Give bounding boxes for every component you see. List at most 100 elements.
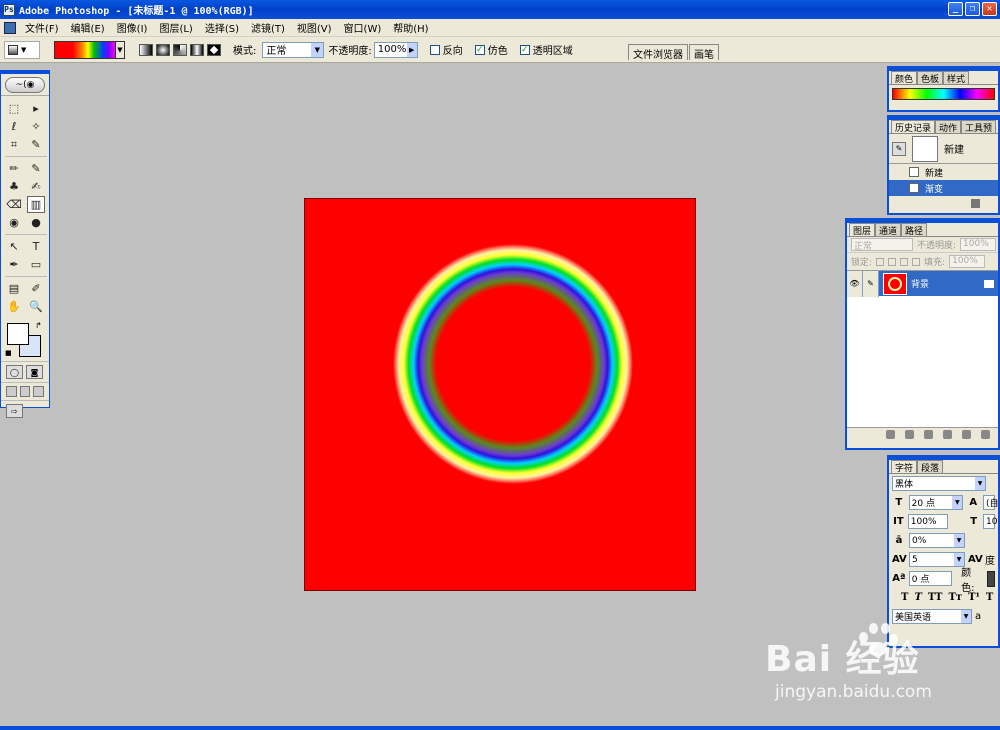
tab-paths[interactable]: 路径 bbox=[901, 223, 928, 237]
blur-tool-icon[interactable]: ◉ bbox=[5, 214, 23, 231]
menu-image[interactable]: 图像(I) bbox=[111, 20, 154, 35]
adobe-online-icon[interactable]: ~(◉ bbox=[5, 76, 45, 93]
font-size-select[interactable]: 20 点 ▼ bbox=[908, 495, 964, 510]
transparency-checkbox[interactable]: ✓ 透明区域 bbox=[519, 42, 573, 57]
dodge-tool-icon[interactable]: ● bbox=[27, 214, 45, 231]
eraser-tool-icon[interactable]: ⌫ bbox=[5, 196, 23, 213]
tab-actions[interactable]: 动作 bbox=[935, 120, 962, 134]
swap-colors-icon[interactable]: ↱ bbox=[35, 321, 42, 330]
color-spectrum-bar[interactable] bbox=[892, 88, 995, 100]
pen-tool-icon[interactable]: ✒ bbox=[5, 256, 23, 273]
standard-screen-mode-icon[interactable] bbox=[6, 386, 17, 397]
reverse-checkbox[interactable]: 反向 bbox=[429, 42, 463, 57]
opacity-field[interactable]: 100% ▶ bbox=[373, 41, 418, 58]
lasso-tool-icon[interactable]: ℓ bbox=[5, 118, 23, 135]
font-family-select[interactable]: 黑体 ▼ bbox=[892, 476, 986, 491]
photoshop-app-icon[interactable]: Ps bbox=[3, 3, 15, 16]
baseline-shift-field[interactable]: 0 点 bbox=[908, 571, 953, 586]
layer-mask-icon[interactable] bbox=[905, 430, 914, 439]
all-caps-button[interactable]: TT bbox=[928, 592, 943, 603]
jump-to-imageready-icon[interactable]: ⇨ bbox=[6, 404, 23, 418]
faux-bold-button[interactable]: T bbox=[901, 592, 908, 603]
diamond-gradient-button[interactable] bbox=[207, 43, 221, 56]
horizontal-scale-field[interactable]: 10 bbox=[983, 514, 997, 529]
tab-tool-presets[interactable]: 工具预 bbox=[961, 120, 997, 134]
lock-all-icon[interactable] bbox=[912, 257, 921, 266]
transparency-checkbox-box[interactable]: ✓ bbox=[519, 44, 530, 55]
history-state[interactable]: 新建 bbox=[889, 164, 998, 180]
healing-brush-tool-icon[interactable]: ✏ bbox=[5, 160, 23, 177]
history-snapshot[interactable]: ✎ 新建 bbox=[889, 134, 998, 164]
vertical-scale-field[interactable]: 100% bbox=[907, 514, 949, 529]
layer-brush-icon[interactable]: ✎ bbox=[863, 270, 879, 297]
lock-transparency-icon[interactable] bbox=[876, 257, 885, 266]
visibility-eye-icon[interactable]: 👁 bbox=[847, 270, 863, 297]
language-select[interactable]: 美国英语 ▼ bbox=[892, 609, 972, 624]
reverse-checkbox-box[interactable] bbox=[429, 44, 440, 55]
trash-icon[interactable] bbox=[981, 430, 990, 439]
tab-character[interactable]: 字符 bbox=[891, 460, 918, 474]
foreground-color-swatch[interactable] bbox=[7, 323, 29, 345]
quick-mask-mode-icon[interactable]: ◙ bbox=[26, 365, 43, 379]
tracking-select[interactable]: 5 ▼ bbox=[909, 552, 965, 567]
full-screen-mode-icon[interactable] bbox=[33, 386, 45, 397]
menu-select[interactable]: 选择(S) bbox=[199, 20, 245, 35]
trash-icon[interactable] bbox=[971, 198, 980, 208]
minimize-button[interactable]: _ bbox=[948, 2, 963, 16]
slice-tool-icon[interactable]: ✎ bbox=[27, 136, 45, 153]
leading-field[interactable]: (自 bbox=[983, 495, 999, 510]
tab-file-browser[interactable]: 文件浏览器 bbox=[628, 44, 688, 61]
standard-mode-icon[interactable]: ◯ bbox=[6, 365, 23, 379]
full-screen-menubar-icon[interactable] bbox=[19, 386, 31, 397]
gradient-dropdown-icon[interactable]: ▼ bbox=[115, 41, 124, 58]
eyedropper-tool-icon[interactable]: ✐ bbox=[27, 280, 45, 297]
new-layer-icon[interactable] bbox=[962, 430, 971, 439]
menu-layer[interactable]: 图层(L) bbox=[153, 20, 198, 35]
brush-tool-icon[interactable]: ✎ bbox=[27, 160, 45, 177]
type-tool-icon[interactable]: T bbox=[27, 238, 45, 255]
lock-pixels-icon[interactable] bbox=[888, 257, 897, 266]
restore-button[interactable]: ❐ bbox=[965, 2, 980, 16]
lock-position-icon[interactable] bbox=[900, 257, 909, 266]
mode-select[interactable]: 正常 ▼ bbox=[262, 41, 325, 58]
notes-tool-icon[interactable]: ▤ bbox=[5, 280, 23, 297]
menu-help[interactable]: 帮助(H) bbox=[387, 20, 434, 35]
hand-tool-icon[interactable]: ✋ bbox=[5, 298, 23, 315]
history-brush-tool-icon[interactable]: ✍ bbox=[27, 178, 45, 195]
tab-paragraph[interactable]: 段落 bbox=[917, 460, 944, 474]
faux-italic-button[interactable]: T bbox=[914, 592, 921, 603]
layer-name[interactable]: 背景 bbox=[911, 277, 984, 290]
new-set-icon[interactable] bbox=[924, 430, 933, 439]
tsume-select[interactable]: 0% ▼ bbox=[909, 533, 965, 548]
document-canvas[interactable] bbox=[304, 198, 696, 591]
tab-layers[interactable]: 图层 bbox=[849, 223, 876, 237]
tab-brushes[interactable]: 画笔 bbox=[689, 44, 719, 61]
reflected-gradient-button[interactable] bbox=[190, 43, 204, 56]
linear-gradient-button[interactable] bbox=[139, 43, 153, 56]
crop-tool-icon[interactable]: ⌗ bbox=[5, 136, 23, 153]
small-caps-button[interactable]: Tт bbox=[948, 592, 962, 603]
gradient-picker[interactable]: ▼ bbox=[54, 40, 125, 59]
angle-gradient-button[interactable] bbox=[173, 43, 187, 56]
history-state-selected[interactable]: 渐变 bbox=[889, 180, 998, 196]
menu-window[interactable]: 窗口(W) bbox=[338, 20, 388, 35]
tab-swatches[interactable]: 色板 bbox=[917, 71, 944, 85]
tab-color[interactable]: 颜色 bbox=[891, 71, 918, 85]
marquee-tool-icon[interactable]: ⬚ bbox=[5, 100, 23, 117]
shape-tool-icon[interactable]: ▭ bbox=[27, 256, 45, 273]
zoom-tool-icon[interactable]: 🔍 bbox=[27, 298, 45, 315]
fill-field[interactable]: 100% bbox=[949, 255, 986, 268]
tab-styles[interactable]: 样式 bbox=[943, 71, 970, 85]
blend-mode-select[interactable]: 正常 bbox=[851, 238, 913, 252]
radial-gradient-button[interactable] bbox=[156, 43, 170, 56]
subscript-button[interactable]: T bbox=[986, 592, 993, 603]
tab-channels[interactable]: 通道 bbox=[875, 223, 902, 237]
adjustment-layer-icon[interactable] bbox=[943, 430, 952, 439]
layer-opacity-field[interactable]: 100% bbox=[960, 238, 997, 251]
default-colors-icon[interactable]: ■ bbox=[5, 349, 12, 357]
layer-row-background[interactable]: 👁 ✎ 背景 bbox=[847, 270, 998, 297]
gradient-tool-icon[interactable]: ▥ bbox=[27, 196, 45, 213]
document-menu-icon[interactable] bbox=[4, 21, 16, 34]
gradient-preview[interactable] bbox=[55, 41, 115, 58]
tab-history[interactable]: 历史记录 bbox=[891, 120, 936, 134]
